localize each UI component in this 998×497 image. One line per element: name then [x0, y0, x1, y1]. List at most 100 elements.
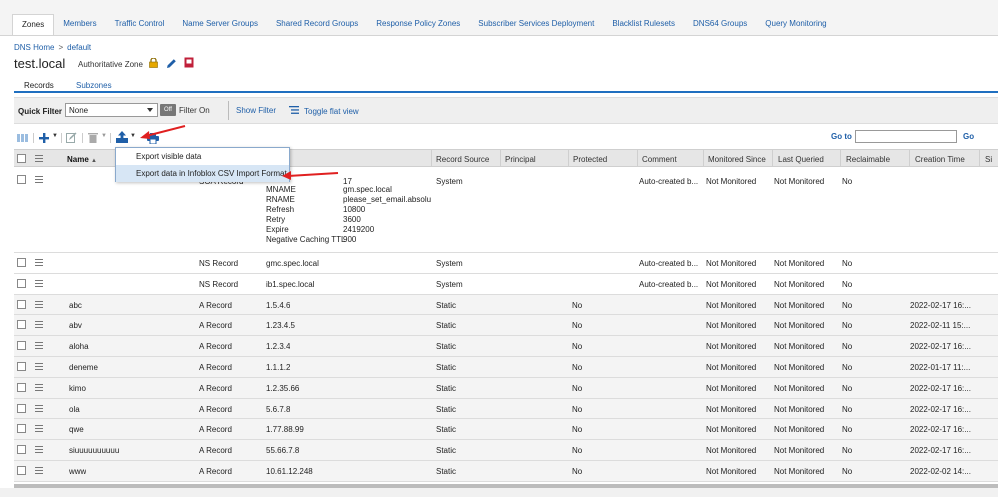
- print-icon[interactable]: [147, 133, 159, 144]
- col-record-source[interactable]: Record Source: [436, 155, 489, 164]
- record-name[interactable]: deneme: [69, 363, 98, 372]
- export-icon[interactable]: [116, 131, 128, 143]
- col-comment[interactable]: Comment: [642, 155, 677, 164]
- row-checkbox[interactable]: [17, 445, 26, 455]
- table-row[interactable]: kimo A Record 1.2.35.66 Static No Not Monitor…: [14, 377, 998, 399]
- show-filter-link[interactable]: Show Filter: [236, 106, 276, 115]
- table-row[interactable]: NS Record gmc.spec.local System Auto-create…: [14, 253, 998, 274]
- record-name[interactable]: www: [69, 467, 86, 476]
- edit-icon[interactable]: [166, 58, 177, 69]
- breadcrumb: DNS Home > default: [14, 43, 91, 52]
- export-dropdown-icon[interactable]: ▼: [130, 133, 136, 139]
- record-protected: No: [572, 321, 583, 331]
- record-reclaimable: No: [842, 177, 853, 186]
- row-menu-icon[interactable]: [35, 342, 43, 350]
- row-menu-icon[interactable]: [35, 383, 43, 391]
- menu-item-export-csv[interactable]: Export data in Infoblox CSV Import Forma…: [116, 165, 289, 182]
- select-all-checkbox[interactable]: [17, 154, 26, 163]
- table-row[interactable]: siuuuuuuuuuu A Record 55.66.7.8 Static No Not…: [14, 440, 998, 461]
- col-size[interactable]: Si: [985, 155, 992, 164]
- record-reclaimable: No: [842, 363, 853, 372]
- col-last-queried[interactable]: Last Queried: [778, 155, 824, 164]
- row-menu-icon[interactable]: [35, 300, 43, 308]
- table-row[interactable]: ola A Record 5.6.7.8 Static No Not Monitored N…: [14, 398, 998, 420]
- breadcrumb-dns-home[interactable]: DNS Home: [14, 43, 54, 52]
- table-row[interactable]: abv A Record 1.23.4.5 Static No Not Monitored…: [14, 315, 998, 337]
- row-menu-icon[interactable]: [35, 425, 43, 433]
- row-menu-icon[interactable]: [35, 279, 43, 287]
- record-name[interactable]: ola: [69, 405, 80, 414]
- record-name[interactable]: abv: [69, 321, 82, 330]
- row-menu-icon[interactable]: [35, 467, 43, 474]
- row-checkbox[interactable]: [17, 278, 26, 288]
- add-icon[interactable]: [38, 132, 50, 144]
- row-menu-icon[interactable]: [35, 363, 43, 370]
- row-menu-icon[interactable]: [35, 176, 43, 183]
- row-menu-icon[interactable]: [35, 321, 43, 329]
- table-row[interactable]: www A Record 10.61.12.248 Static No Not Monit…: [14, 461, 998, 482]
- row-menu-icon[interactable]: [35, 404, 43, 412]
- delete-icon[interactable]: [88, 132, 98, 143]
- col-protected[interactable]: Protected: [573, 155, 607, 164]
- edit-record-icon[interactable]: [66, 132, 77, 143]
- column-menu-icon[interactable]: [35, 155, 43, 162]
- tab-traffic-control[interactable]: Traffic Control: [106, 14, 174, 36]
- row-checkbox[interactable]: [17, 258, 26, 267]
- go-button[interactable]: Go: [963, 132, 974, 141]
- breadcrumb-default[interactable]: default: [67, 43, 91, 52]
- delete-dropdown-icon[interactable]: ▼: [101, 133, 107, 139]
- soa-detail-label: MNAME: [266, 185, 296, 194]
- record-name[interactable]: kimo: [69, 384, 86, 393]
- menu-item-export-visible[interactable]: Export visible data: [116, 148, 289, 165]
- add-dropdown-icon[interactable]: ▼: [52, 133, 58, 139]
- filter-toggle[interactable]: Off: [160, 104, 176, 116]
- tab-zones[interactable]: Zones: [12, 14, 55, 36]
- col-principal[interactable]: Principal: [505, 155, 536, 164]
- row-checkbox[interactable]: [17, 299, 26, 309]
- row-checkbox[interactable]: [17, 466, 26, 475]
- row-checkbox[interactable]: [17, 424, 26, 434]
- toggle-flat-view-link[interactable]: Toggle flat view: [304, 107, 359, 116]
- tab-response-policy-zones[interactable]: Response Policy Zones: [367, 14, 469, 36]
- tab-query-monitoring[interactable]: Query Monitoring: [756, 14, 835, 36]
- tab-name-server-groups[interactable]: Name Server Groups: [173, 14, 267, 36]
- tab-members[interactable]: Members: [54, 14, 105, 36]
- row-checkbox[interactable]: [17, 362, 26, 371]
- tab-shared-record-groups[interactable]: Shared Record Groups: [267, 14, 367, 36]
- columns-icon[interactable]: [17, 133, 29, 143]
- row-menu-icon[interactable]: [35, 446, 43, 454]
- flag-icon[interactable]: [184, 57, 194, 68]
- row-menu-icon[interactable]: [35, 259, 43, 266]
- goto-label: Go to: [831, 132, 852, 141]
- record-protected: No: [572, 425, 583, 435]
- row-checkbox[interactable]: [17, 175, 26, 184]
- row-checkbox[interactable]: [17, 320, 26, 330]
- table-row[interactable]: abc A Record 1.5.4.6 Static No Not Monitored N…: [14, 294, 998, 316]
- toolbar-divider: [82, 133, 83, 143]
- soa-detail-label: Negative Caching TTL: [266, 235, 346, 244]
- row-checkbox[interactable]: [17, 403, 26, 413]
- record-name[interactable]: abc: [69, 301, 82, 310]
- record-name[interactable]: qwe: [69, 425, 84, 434]
- row-checkbox[interactable]: [17, 341, 26, 351]
- table-row[interactable]: qwe A Record 1.77.88.99 Static No Not Monitor…: [14, 419, 998, 441]
- col-name[interactable]: Name ▲: [67, 155, 97, 164]
- col-creation-time[interactable]: Creation Time: [915, 155, 965, 164]
- table-row[interactable]: NS Record ib1.spec.local System Auto-create…: [14, 274, 998, 295]
- record-data: 1.23.4.5: [266, 321, 295, 331]
- tab-dns64-groups[interactable]: DNS64 Groups: [684, 14, 756, 36]
- tab-subzones[interactable]: Subzones: [76, 81, 112, 90]
- quick-filter-select[interactable]: None: [65, 103, 158, 117]
- record-name[interactable]: siuuuuuuuuuu: [69, 446, 119, 455]
- col-monitored-since[interactable]: Monitored Since: [708, 155, 766, 164]
- table-row[interactable]: deneme A Record 1.1.1.2 Static No Not Monitor…: [14, 357, 998, 378]
- table-row[interactable]: aloha A Record 1.2.3.4 Static No Not Monitore…: [14, 336, 998, 357]
- row-checkbox[interactable]: [17, 382, 26, 392]
- tab-blacklist-rulesets[interactable]: Blacklist Rulesets: [603, 14, 684, 36]
- goto-input[interactable]: [855, 130, 957, 143]
- record-name[interactable]: aloha: [69, 342, 89, 351]
- soa-detail-value: please_set_email.absolute: [343, 195, 431, 204]
- tab-records[interactable]: Records: [24, 81, 54, 90]
- tab-subscriber-services-deployment[interactable]: Subscriber Services Deployment: [469, 14, 603, 36]
- col-reclaimable[interactable]: Reclaimable: [846, 155, 890, 164]
